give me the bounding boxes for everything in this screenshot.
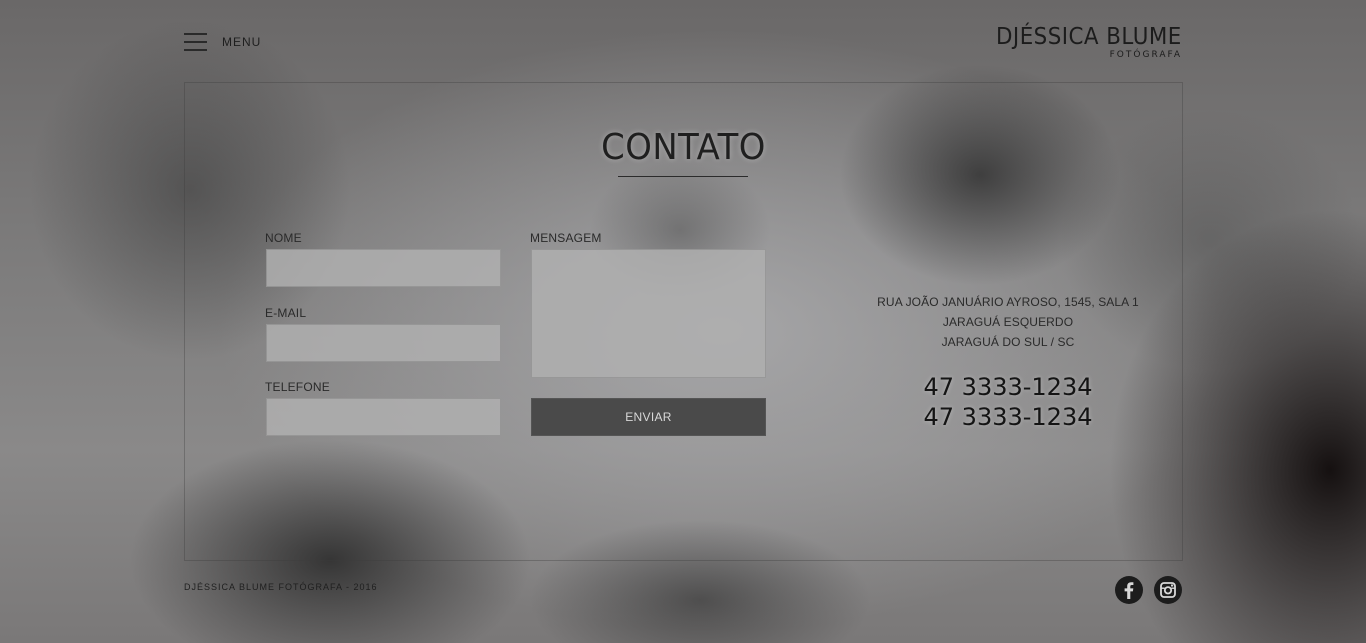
instagram-icon[interactable] <box>1154 576 1182 604</box>
name-label: NOME <box>265 231 302 245</box>
facebook-link[interactable] <box>1115 576 1143 604</box>
title-divider <box>618 176 748 177</box>
facebook-icon[interactable] <box>1115 576 1143 604</box>
message-textarea[interactable] <box>531 249 766 378</box>
instagram-link[interactable] <box>1154 576 1182 604</box>
contact-info: RUA JOÃO JANUÁRIO AYROSO, 1545, SALA 1 J… <box>867 292 1149 432</box>
address-line: JARAGUÁ ESQUERDO <box>942 315 1074 329</box>
page-title: CONTATO <box>601 127 766 168</box>
contact-panel: CONTATO NOME E-MAIL TELEFONE MENSAGEM EN… <box>184 82 1183 561</box>
menu-label[interactable]: MENU <box>222 35 261 49</box>
footer-copyright: DJÉSSICA BLUME FOTÓGRAFA - 2016 <box>184 582 378 592</box>
phone-list: 47 3333-1234 47 3333-1234 <box>867 372 1149 432</box>
phone-number: 47 3333-1234 <box>923 403 1093 431</box>
email-input[interactable] <box>266 324 501 362</box>
phone-label: TELEFONE <box>265 380 330 394</box>
message-label: MENSAGEM <box>530 231 602 245</box>
email-label: E-MAIL <box>265 306 307 320</box>
address-line: JARAGUÁ DO SUL / SC <box>941 335 1075 349</box>
send-button[interactable]: ENVIAR <box>531 398 766 436</box>
address-line: RUA JOÃO JANUÁRIO AYROSO, 1545, SALA 1 <box>877 295 1139 309</box>
logo[interactable]: DJÉSSICA BLUME FOTÓGRAFA <box>982 24 1182 60</box>
phone-input[interactable] <box>266 398 501 436</box>
name-input[interactable] <box>266 249 501 287</box>
phone-number: 47 3333-1234 <box>923 373 1093 401</box>
logo-name: DJÉSSICA BLUME <box>996 24 1182 50</box>
menu-toggle[interactable]: MENU <box>184 33 261 51</box>
hamburger-icon[interactable] <box>184 33 207 51</box>
logo-subtitle: FOTÓGRAFA <box>1109 50 1182 60</box>
social-links <box>1115 576 1182 604</box>
